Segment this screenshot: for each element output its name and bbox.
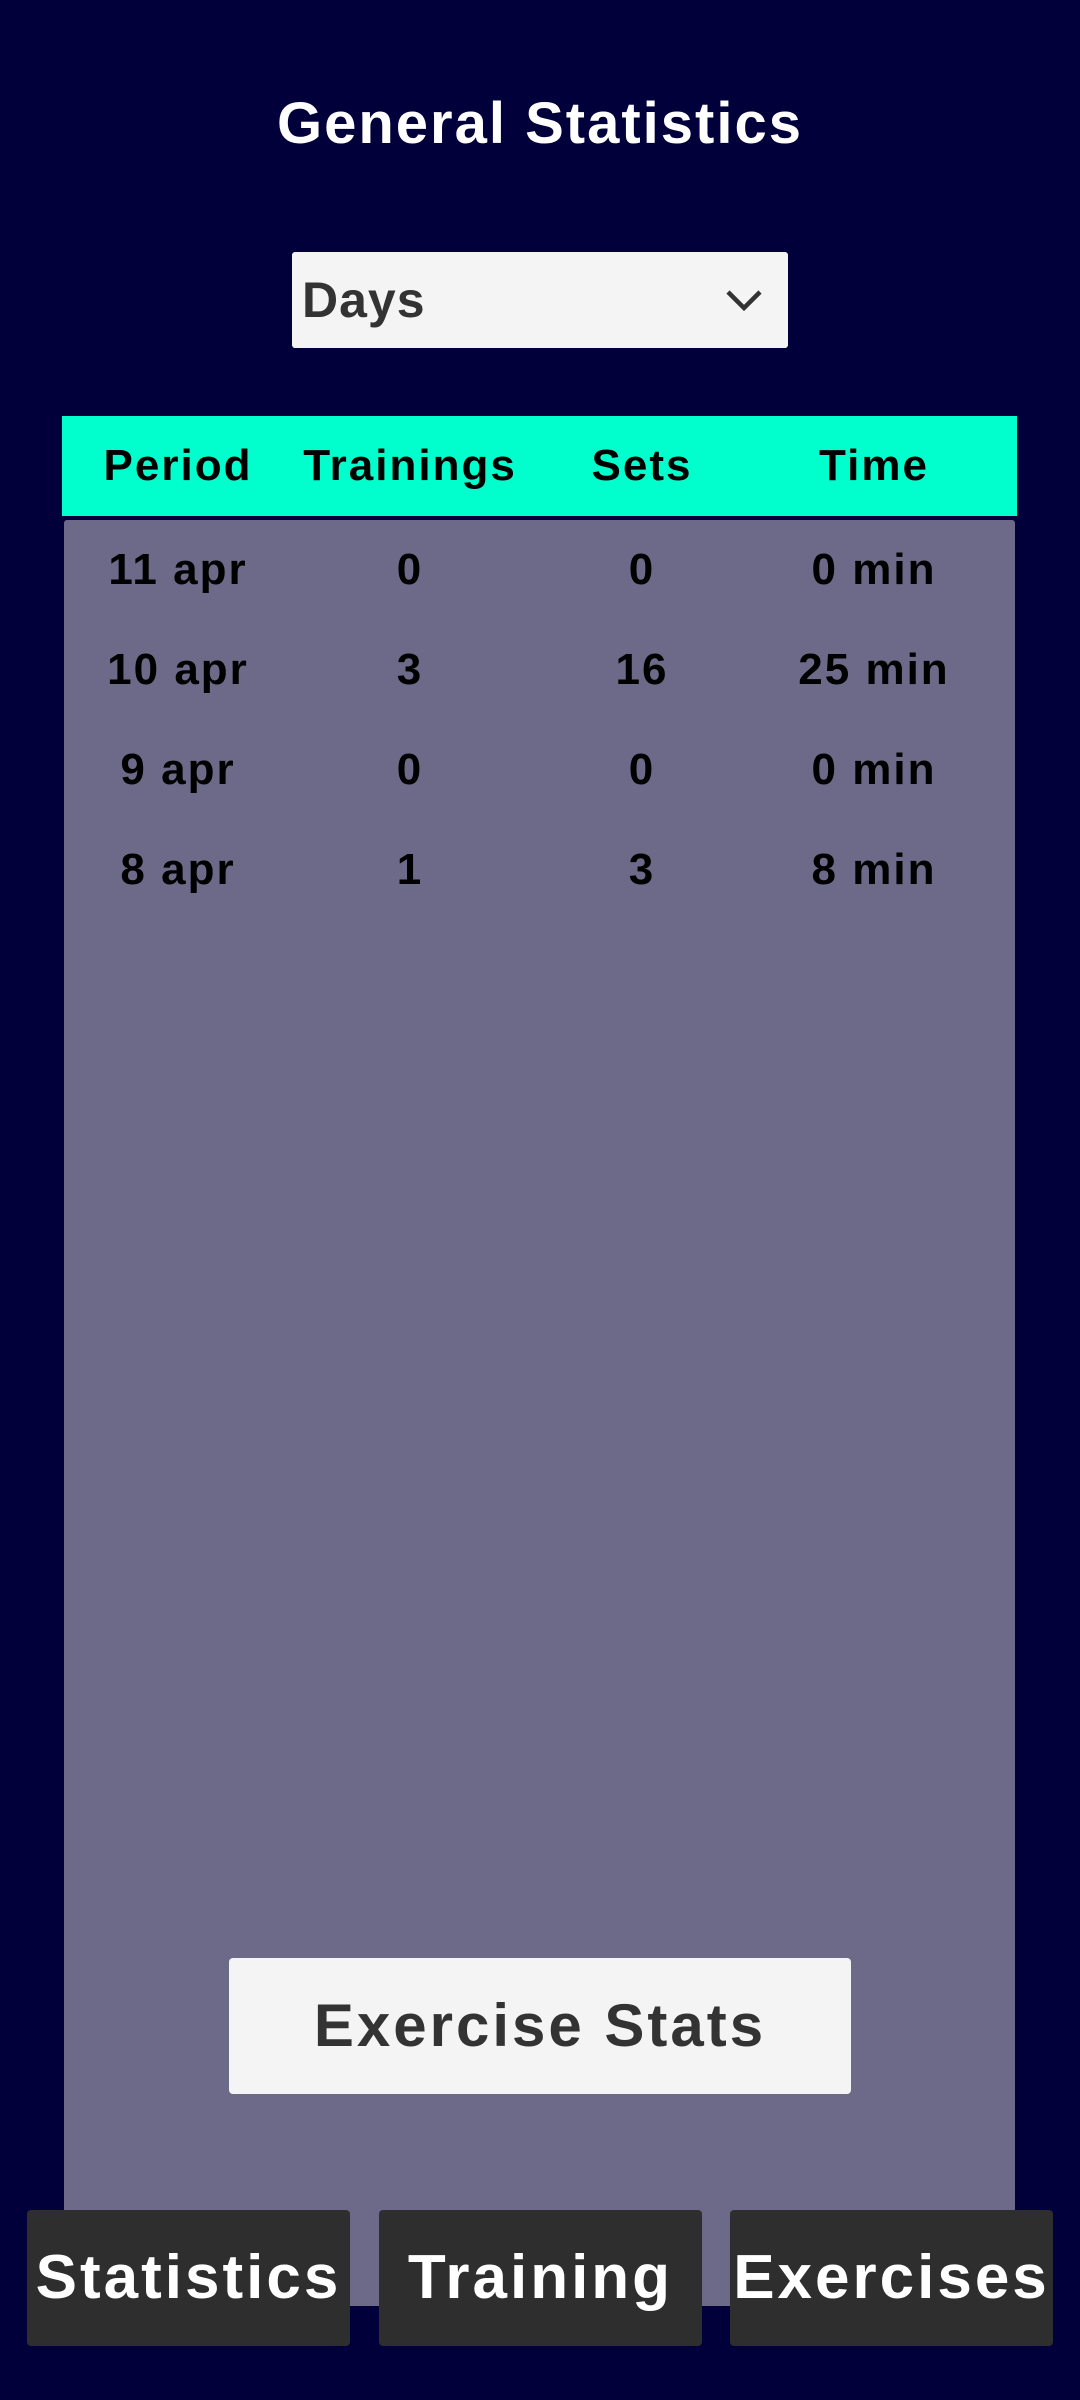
cell-trainings: 1 [396, 845, 424, 894]
header-period: Period [103, 441, 253, 490]
cell-time: 8 min [811, 845, 937, 894]
cell-period: 11 apr [108, 545, 248, 594]
header-time: Time [819, 441, 929, 490]
cell-period: 9 apr [120, 745, 236, 794]
table-row: 11 apr 0 0 0 min [62, 520, 1015, 620]
table-row: 9 apr 0 0 0 min [62, 720, 1015, 820]
table-header: Period Trainings Sets Time [62, 416, 1017, 516]
header-trainings: Trainings [303, 441, 517, 490]
cell-sets: 0 [628, 745, 656, 794]
cell-sets: 0 [628, 545, 656, 594]
cell-trainings: 3 [396, 645, 424, 694]
header-sets: Sets [591, 441, 693, 490]
table-row: 8 apr 1 3 8 min [62, 820, 1015, 920]
bottom-nav: Statistics Training Exercises [0, 2210, 1080, 2346]
cell-period: 8 apr [120, 845, 236, 894]
cell-time: 25 min [798, 645, 950, 694]
chevron-down-icon [726, 290, 762, 312]
period-dropdown[interactable]: Days [292, 252, 788, 348]
period-dropdown-value: Days [302, 272, 426, 328]
exercise-stats-button[interactable]: Exercise Stats [229, 1958, 851, 2094]
cell-trainings: 0 [396, 545, 424, 594]
cell-trainings: 0 [396, 745, 424, 794]
nav-training-button[interactable]: Training [379, 2210, 702, 2346]
cell-sets: 3 [628, 845, 656, 894]
cell-time: 0 min [811, 745, 937, 794]
page-title: General Statistics [277, 91, 803, 156]
nav-exercises-button[interactable]: Exercises [730, 2210, 1053, 2346]
cell-sets: 16 [615, 645, 669, 694]
cell-period: 10 apr [107, 645, 249, 694]
cell-time: 0 min [811, 545, 937, 594]
table-row: 10 apr 3 16 25 min [62, 620, 1015, 720]
nav-statistics-button[interactable]: Statistics [27, 2210, 350, 2346]
